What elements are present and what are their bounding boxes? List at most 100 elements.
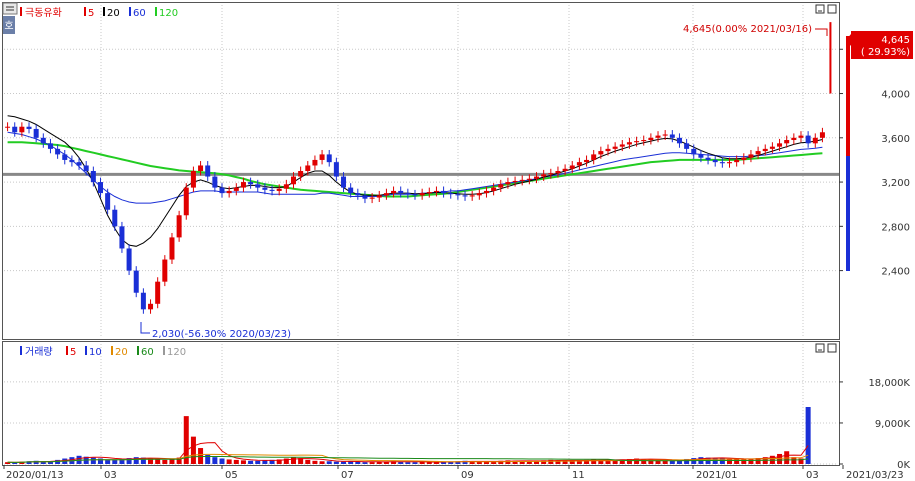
candle-body (619, 144, 625, 147)
candle-body (576, 162, 582, 166)
price-panel-frame (2, 2, 840, 340)
candle-body (19, 126, 25, 133)
candle-body (569, 165, 575, 169)
stock-name-label: 극동유화 (25, 7, 62, 19)
candle-body (412, 194, 418, 196)
side-menu-icon[interactable] (2, 2, 18, 15)
minimize-icon[interactable] (815, 4, 825, 14)
candle-body (755, 151, 761, 155)
legend-swatch (163, 346, 165, 355)
candle-body (691, 148, 697, 155)
low-annotation: 2,030(-56.30% 2020/03/23) (152, 329, 291, 340)
candle-body (584, 159, 590, 163)
date-x-axis: 2020/01/13 03 05 07 09 11 2021/01 03 2021/03/23 (3, 465, 904, 481)
candle-body (276, 188, 282, 191)
volume-bar (312, 460, 318, 464)
y-tick-label: 2,400 (881, 267, 910, 278)
candle-body (598, 151, 604, 155)
x-tick-label: 05 (225, 470, 238, 481)
candle-body (119, 226, 125, 249)
stock-chart: 2,4002,8003,2003,6004,0004,400 0K9,000K1… (2, 2, 913, 481)
candle-body (748, 154, 754, 158)
legend-label: 10 (89, 347, 102, 358)
volume-bar (290, 457, 296, 464)
candle-body (62, 154, 68, 160)
candle-body (426, 192, 432, 194)
y-tick-label: 9,000K (875, 419, 911, 430)
minimize-icon[interactable] (815, 343, 825, 353)
candle-body (269, 189, 275, 191)
candle-body (684, 143, 690, 149)
candle-body (162, 259, 168, 282)
volume-bar (248, 460, 254, 464)
candle-body (262, 187, 268, 190)
candle-body (391, 190, 397, 194)
candle-body (333, 162, 339, 177)
candle-body (290, 176, 296, 185)
volume-bar (326, 461, 332, 464)
legend-label: 120 (167, 347, 186, 358)
legend-label: 60 (133, 8, 146, 19)
volume-bar (240, 460, 246, 464)
candle-body (819, 132, 825, 138)
candle-body (176, 215, 182, 238)
x-tick-label: 03 (104, 470, 117, 481)
x-tick-label: 2021/03/23 (846, 470, 904, 481)
candle-body (419, 193, 425, 196)
candle-body (476, 193, 482, 196)
maximize-icon[interactable] (827, 343, 837, 353)
side-badge[interactable]: 호 (4, 20, 13, 32)
x-tick-label: 2021/01 (696, 470, 738, 481)
candle-body (626, 142, 632, 145)
current-up-bar (846, 36, 850, 156)
candle-body (326, 154, 332, 163)
volume-bar (90, 457, 96, 464)
candle-body (562, 168, 568, 171)
candle-body (69, 159, 75, 163)
candle-body (105, 193, 111, 210)
candle-body (519, 179, 525, 181)
volume-bar (362, 462, 368, 464)
candle-body (784, 140, 790, 144)
candle-body (126, 248, 132, 271)
candle-body (727, 162, 733, 164)
candle-body (47, 143, 53, 149)
candle-body (319, 154, 325, 160)
x-tick-label: 11 (572, 470, 585, 481)
volume-bar (341, 461, 347, 464)
candle-body (212, 176, 218, 188)
legend-swatch (20, 346, 22, 355)
candle-body (812, 137, 818, 144)
volume-bar (255, 460, 261, 464)
volume-bar (405, 462, 411, 464)
candle-body (498, 184, 504, 188)
volume-bar (112, 459, 118, 464)
candle-body (40, 137, 46, 144)
candle-body (734, 159, 740, 163)
y-tick-label: 3,600 (881, 134, 910, 145)
candle-body (369, 197, 375, 199)
candle-body (591, 154, 597, 160)
candle-body (483, 190, 489, 194)
volume-bar (162, 459, 168, 464)
candle-body (12, 126, 18, 133)
volume-bar (226, 459, 232, 464)
legend-swatch (155, 7, 157, 16)
candle-body (676, 137, 682, 144)
y-tick-label: 3,200 (881, 178, 910, 189)
candle-body (469, 195, 475, 197)
candle-body (433, 190, 439, 193)
candle-body (805, 135, 811, 144)
candle-body (555, 171, 561, 174)
high-annotation: 4,645(0.00% 2021/03/16) (683, 24, 812, 35)
legend-label: 5 (70, 347, 76, 358)
y-tick-label: 18,000K (868, 378, 910, 389)
candle-body (83, 165, 89, 171)
candle-body (26, 126, 32, 129)
legend-swatch (137, 346, 139, 355)
volume-bar (333, 461, 339, 464)
candle-body (148, 303, 154, 310)
legend-swatch (20, 7, 22, 16)
maximize-icon[interactable] (827, 4, 837, 14)
x-tick-label: 03 (806, 470, 819, 481)
